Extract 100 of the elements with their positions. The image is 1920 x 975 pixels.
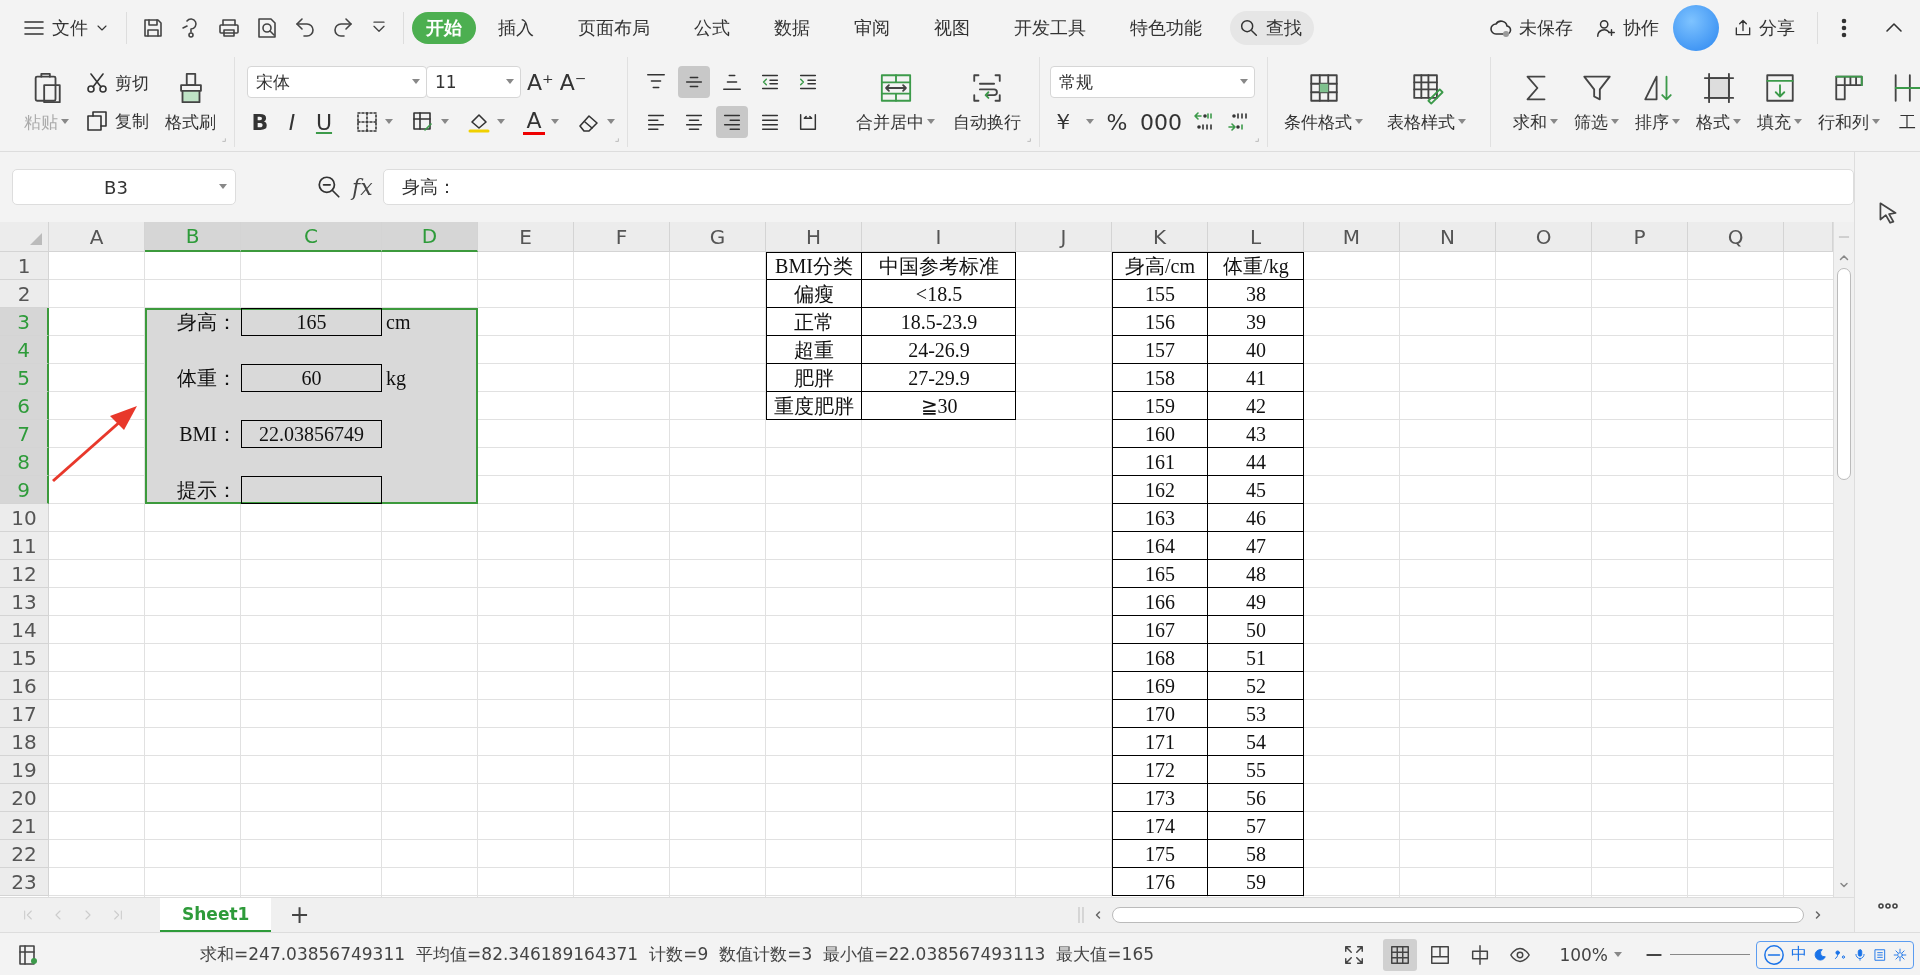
decrease-decimal-icon[interactable] [1226,110,1250,134]
cut-button[interactable]: 剪切 [81,68,153,98]
table-cell: 169 [1112,672,1208,700]
font-size-dropdown[interactable]: 11 [426,66,521,98]
column-header[interactable]: P [1592,222,1688,252]
caret-icon [551,119,559,125]
row-header[interactable]: 1 [0,252,49,280]
zoom-icon[interactable] [316,174,342,200]
zoom-dropdown[interactable]: 100% [1553,943,1628,966]
row-header[interactable]: 10 [0,504,49,532]
ribbon-tab[interactable]: 开发工具 [992,11,1108,44]
normal-view-button[interactable] [1383,938,1418,971]
rowcol-button[interactable]: 行和列 [1812,57,1886,147]
column-header[interactable]: N [1400,222,1496,252]
table-cell: 59 [1208,868,1304,896]
conditional-button[interactable]: 条件格式 [1278,57,1369,147]
table-cell: 42 [1208,392,1304,420]
floating-ball-icon[interactable] [1673,4,1719,51]
fill-button[interactable]: 填充 [1751,57,1808,147]
italic-button[interactable]: I [279,106,305,138]
name-box[interactable]: B3 [12,169,236,205]
sheet-status-icon[interactable] [16,942,40,967]
cell-style-icon[interactable] [411,110,435,134]
number-format-button[interactable]: % [1104,106,1130,138]
font-color-button[interactable]: A [523,109,545,135]
ribbon-tab[interactable]: 公式 [672,11,752,44]
table-cell: 49 [1208,588,1304,616]
align-right-button[interactable] [716,106,748,138]
worksheet-button[interactable]: 工 [1890,57,1920,147]
column-header[interactable]: K [1112,222,1208,252]
format-painter-button[interactable]: 格式刷 [159,57,222,147]
row-header[interactable]: 21 [0,812,49,840]
ime-mode-label[interactable]: 中 [1791,944,1807,965]
grow-font-button[interactable]: A⁺ [527,66,554,98]
row-header[interactable]: 13 [0,588,49,616]
column-header[interactable]: L [1208,222,1304,252]
row-header[interactable]: 15 [0,644,49,672]
search-button[interactable]: 查找 [1230,10,1314,45]
column-header[interactable]: Q [1688,222,1784,252]
ribbon-tab[interactable]: 插入 [476,11,556,44]
file-menu[interactable]: 文件 [14,11,118,44]
row-header[interactable]: 2 [0,280,49,308]
underline-button[interactable]: U [311,106,337,138]
scrollbar-thumb[interactable] [1112,907,1804,923]
format-button[interactable]: 格式 [1690,57,1747,147]
sum-button[interactable]: 求和 [1507,57,1564,147]
ribbon-tab[interactable]: 页面布局 [556,11,672,44]
table-cell: 165 [1112,560,1208,588]
filter-button[interactable]: 筛选 [1568,57,1625,147]
redo-icon[interactable] [331,15,355,40]
row-header[interactable]: 18 [0,728,49,756]
collaborate-button[interactable]: 协作 [1587,11,1667,44]
column-header[interactable]: E [478,222,574,252]
number-format-button[interactable]: ￥ [1050,106,1076,138]
row-header[interactable]: 12 [0,560,49,588]
settings-icon [1893,947,1907,962]
row-header[interactable]: 19 [0,756,49,784]
sheet-tab[interactable]: Sheet1 [160,898,272,932]
print-preview-icon[interactable] [255,15,279,40]
merge-center-button[interactable]: 合并居中 [850,57,941,147]
scrollbar-thumb[interactable] [1837,268,1851,480]
align-middle-button[interactable] [678,66,710,98]
column-header[interactable]: I [862,222,1016,252]
ribbon-tab[interactable]: 特色功能 [1108,11,1224,44]
bold-button[interactable]: B [247,106,273,138]
number-format-button[interactable]: 000 [1140,106,1182,138]
column-header[interactable]: G [670,222,766,252]
column-header[interactable]: H [766,222,862,252]
font-name-dropdown[interactable]: 宋体 [247,66,427,98]
row-header[interactable]: 23 [0,868,49,896]
table-style-button[interactable]: 表格样式 [1381,57,1472,147]
row-header[interactable]: 14 [0,616,49,644]
share-button[interactable]: 分享 [1725,11,1803,44]
ribbon-tab[interactable]: 审阅 [832,11,912,44]
unsaved-button[interactable]: 未保存 [1481,11,1581,44]
row-header[interactable]: 20 [0,784,49,812]
sort-button[interactable]: 排序 [1629,57,1686,147]
column-header[interactable]: A [49,222,145,252]
number-format-dropdown[interactable]: 常规 [1050,66,1255,98]
row-header[interactable]: 16 [0,672,49,700]
column-header[interactable]: M [1304,222,1400,252]
row-header[interactable]: 17 [0,700,49,728]
copy-button[interactable]: 复制 [81,106,153,136]
input-method-bar[interactable]: 中 [1756,940,1914,969]
ribbon-tab[interactable]: 视图 [912,11,992,44]
table-cell: 身高/cm [1112,252,1208,280]
column-header[interactable]: F [574,222,670,252]
row-header[interactable]: 11 [0,532,49,560]
column-header[interactable]: J [1016,222,1112,252]
function-label[interactable]: fx [352,174,373,200]
borders-icon[interactable] [355,110,379,134]
ribbon-tab[interactable]: 数据 [752,11,832,44]
row-header[interactable]: 22 [0,840,49,868]
undo-icon[interactable] [293,15,317,40]
column-header[interactable]: O [1496,222,1592,252]
shrink-font-button[interactable]: A⁻ [559,66,587,98]
formula-field[interactable]: 身高： [382,169,1854,205]
wrap-text-button[interactable]: 自动换行 [947,57,1027,147]
add-sheet-button[interactable]: + [285,901,314,929]
fullscreen-icon[interactable] [1343,943,1366,966]
